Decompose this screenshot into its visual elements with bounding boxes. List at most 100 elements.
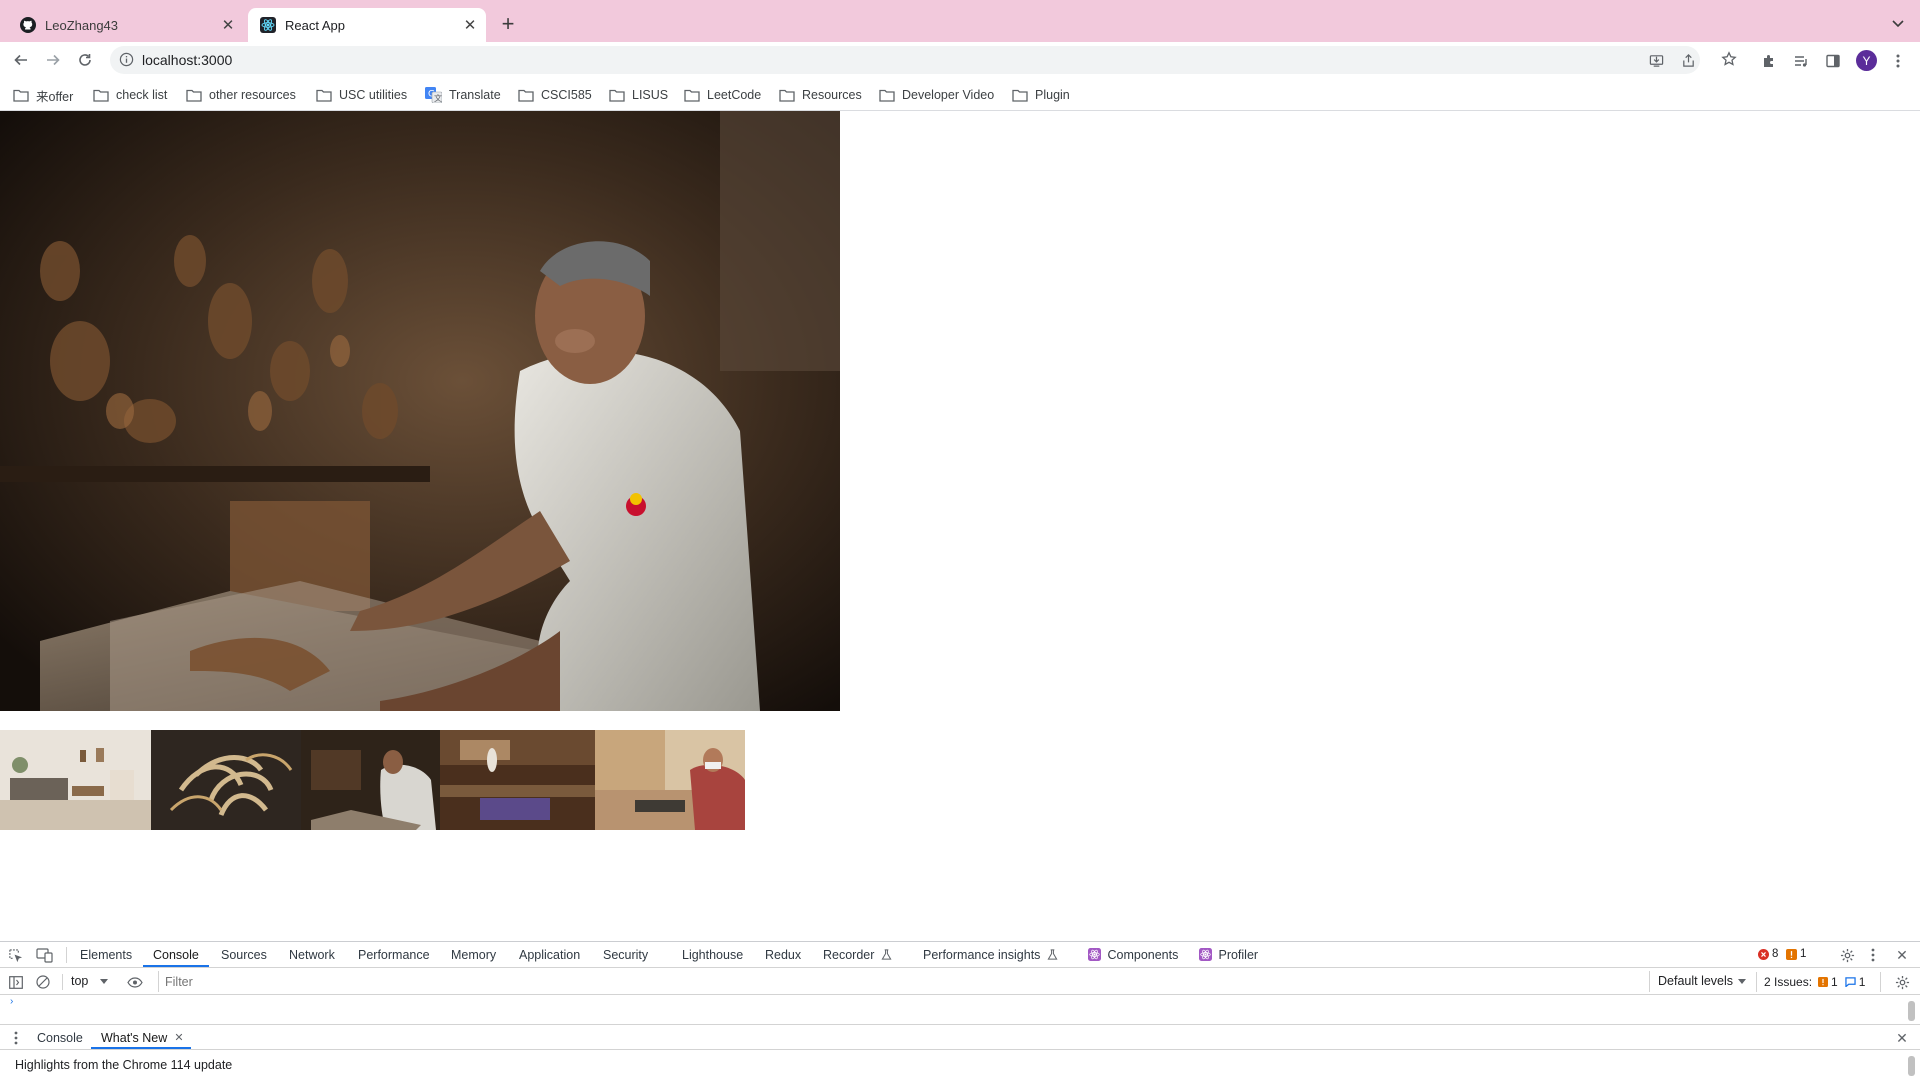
close-icon[interactable]: ✕: [462, 17, 478, 34]
bookmark-folder[interactable]: Resources: [779, 85, 862, 105]
bookmark-folder[interactable]: LeetCode: [684, 85, 761, 105]
tab-title: LeoZhang43: [45, 17, 119, 33]
tab-github[interactable]: LeoZhang43 ✕: [8, 8, 244, 42]
bookmark-folder[interactable]: Developer Video: [879, 85, 994, 105]
tab-title: React App: [285, 17, 345, 33]
devtools-tab-recorder[interactable]: Recorder: [823, 948, 892, 962]
devtools-panel: Elements Console Sources Network Perform…: [0, 941, 1920, 1080]
scrollbar[interactable]: [1908, 1001, 1915, 1021]
device-toolbar-icon[interactable]: [35, 947, 53, 963]
console-filter-input[interactable]: [158, 971, 1650, 992]
reload-icon[interactable]: [73, 48, 97, 72]
more-vertical-icon[interactable]: [1889, 52, 1907, 70]
sidebar-toggle-icon[interactable]: [8, 974, 24, 990]
devtools-tab-redux[interactable]: Redux: [765, 948, 801, 962]
google-translate-icon: G文: [425, 87, 442, 103]
bookmark-folder[interactable]: CSCI585: [518, 85, 592, 105]
address-bar[interactable]: localhost:3000: [110, 46, 1700, 74]
profile-avatar[interactable]: Y: [1856, 50, 1877, 71]
clear-console-icon[interactable]: [35, 974, 51, 990]
devtools-tab-application[interactable]: Application: [519, 948, 580, 962]
eye-icon[interactable]: [126, 974, 144, 990]
more-vertical-icon[interactable]: [1868, 947, 1878, 963]
devtools-tab-security[interactable]: Security: [603, 948, 648, 962]
share-icon[interactable]: [1680, 52, 1696, 68]
folder-icon: [684, 89, 700, 102]
side-panel-icon[interactable]: [1824, 52, 1842, 70]
bookmark-translate[interactable]: G文 Translate: [425, 85, 501, 105]
folder-icon: [93, 89, 109, 102]
bookmark-folder[interactable]: LISUS: [609, 85, 668, 105]
thumbnail-wood-shavings[interactable]: [151, 730, 301, 830]
bookmark-folder[interactable]: other resources: [186, 85, 296, 105]
bookmark-folder[interactable]: USC utilities: [316, 85, 407, 105]
github-icon: [20, 17, 36, 33]
devtools-tab-bar: Elements Console Sources Network Perform…: [0, 942, 1920, 968]
new-tab-plus-icon[interactable]: +: [498, 11, 518, 36]
media-queue-icon[interactable]: [1792, 52, 1810, 70]
experiment-flask-icon: [881, 949, 892, 960]
active-tab-indicator: [91, 1047, 191, 1049]
divider: [1880, 972, 1881, 992]
folder-icon: [13, 89, 29, 102]
close-icon[interactable]: ✕: [220, 17, 236, 34]
drawer-tab-whats-new[interactable]: What's New: [101, 1031, 167, 1045]
dropdown-arrow-icon: [100, 978, 109, 984]
bookmarks-bar: 来offer check list other resources USC ut…: [0, 78, 1920, 111]
bookmark-folder[interactable]: Plugin: [1012, 85, 1070, 105]
folder-icon: [186, 89, 202, 102]
url-text: localhost:3000: [142, 52, 233, 68]
page-viewport: [0, 111, 1920, 941]
devtools-tab-performance[interactable]: Performance: [358, 948, 430, 962]
devtools-tab-sources[interactable]: Sources: [221, 948, 267, 962]
bookmark-star-icon[interactable]: [1720, 50, 1738, 68]
scrollbar[interactable]: [1908, 1056, 1915, 1076]
devtools-tab-components[interactable]: Components: [1088, 948, 1178, 962]
drawer-menu-icon[interactable]: [12, 1030, 20, 1046]
site-info-icon[interactable]: [119, 52, 134, 70]
inspect-element-icon[interactable]: [7, 947, 23, 963]
close-devtools-icon[interactable]: ✕: [1894, 947, 1910, 963]
devtools-tab-elements[interactable]: Elements: [80, 948, 132, 962]
devtools-tab-performance-insights[interactable]: Performance insights: [923, 948, 1058, 962]
folder-icon: [609, 89, 625, 102]
close-drawer-icon[interactable]: ✕: [1894, 1030, 1910, 1046]
forward-arrow-icon[interactable]: [41, 48, 65, 72]
thumbnail-craftsman-masked[interactable]: [595, 730, 745, 830]
folder-icon: [316, 89, 332, 102]
thumbnail-living-room[interactable]: [0, 730, 151, 830]
folder-icon: [518, 89, 534, 102]
thumbnail-woodcarver[interactable]: [301, 730, 440, 830]
close-tab-icon[interactable]: ✕: [173, 1031, 185, 1044]
devtools-tab-network[interactable]: Network: [289, 948, 335, 962]
devtools-tab-memory[interactable]: Memory: [451, 948, 496, 962]
context-selector[interactable]: top: [71, 974, 109, 988]
install-app-icon[interactable]: [1648, 52, 1664, 68]
settings-gear-icon[interactable]: [1839, 947, 1855, 963]
info-message-icon: [1845, 977, 1856, 987]
dropdown-arrow-icon: [1738, 978, 1747, 984]
error-counter[interactable]: 8: [1758, 948, 1778, 960]
thumbnail-workshop[interactable]: [440, 730, 595, 830]
devtools-tab-lighthouse[interactable]: Lighthouse: [682, 948, 743, 962]
extensions-puzzle-icon[interactable]: [1760, 52, 1778, 70]
devtools-tab-profiler[interactable]: Profiler: [1199, 948, 1258, 962]
react-icon: [260, 17, 276, 33]
drawer-tab-console[interactable]: Console: [37, 1031, 83, 1045]
log-levels-dropdown[interactable]: Default levels: [1658, 974, 1747, 988]
console-output[interactable]: ›: [0, 995, 1920, 1024]
tab-react-app[interactable]: React App ✕: [248, 8, 486, 42]
active-tab-indicator: [143, 965, 209, 967]
console-settings-gear-icon[interactable]: [1894, 974, 1910, 990]
error-icon: [1758, 948, 1769, 960]
warning-counter[interactable]: 1: [1786, 948, 1806, 960]
divider: [62, 974, 63, 990]
issues-counter[interactable]: 2 Issues: 1 1: [1764, 975, 1865, 989]
devtools-tab-console[interactable]: Console: [153, 948, 199, 962]
tab-search-chevron-icon[interactable]: [1888, 14, 1908, 34]
bookmark-folder[interactable]: check list: [93, 85, 167, 105]
browser-toolbar: localhost:3000 Y: [0, 42, 1920, 78]
whats-new-heading: Highlights from the Chrome 114 update: [15, 1058, 233, 1072]
bookmark-folder[interactable]: 来offer: [13, 85, 73, 105]
back-arrow-icon[interactable]: [9, 48, 33, 72]
